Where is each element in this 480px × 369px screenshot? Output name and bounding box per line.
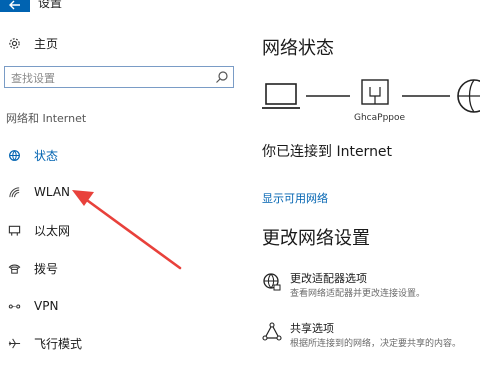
sidebar-item-airplane[interactable]: 飞行模式 (0, 331, 230, 355)
dialup-icon (6, 260, 22, 276)
sidebar-item-label: 以太网 (34, 223, 71, 238)
sidebar-item-label: VPN (34, 299, 59, 313)
vpn-icon (6, 298, 22, 314)
sidebar-item-ethernet[interactable]: 以太网 (0, 218, 230, 242)
sidebar-item-label: 拨号 (34, 261, 59, 276)
gear-icon (6, 35, 22, 51)
sidebar-item-label: 飞行模式 (34, 336, 83, 351)
option-description: 查看网络适配器并更改连接设置。 (290, 289, 426, 299)
network-diagram (262, 79, 480, 113)
change-adapter-options[interactable]: 更改适配器选项 查看网络适配器并更改连接设置。 (262, 270, 480, 304)
connection-status: 你已连接到 Internet (262, 144, 393, 160)
option-title: 共享选项 (290, 322, 334, 335)
sidebar-item-home[interactable]: 主页 (0, 31, 230, 55)
search-input[interactable] (5, 68, 205, 89)
gateway-label: GhcaPppoe (354, 113, 406, 123)
sidebar-item-label: 主页 (34, 36, 59, 51)
sidebar-item-vpn[interactable]: VPN (0, 294, 230, 318)
option-title: 更改适配器选项 (290, 272, 367, 285)
internet-globe-icon (457, 79, 480, 113)
router-icon (361, 79, 389, 105)
adapter-globe-icon (263, 273, 281, 291)
wifi-icon (6, 184, 22, 200)
sharing-options[interactable]: 共享选项 根据所连接到的网络，决定要共享的内容。 (262, 320, 480, 354)
sidebar: 主页 网络和 Internet 状态 WLAN 以太网 拨号 (0, 0, 240, 369)
sidebar-item-label: 状态 (34, 148, 59, 163)
sidebar-item-dialup[interactable]: 拨号 (0, 256, 230, 280)
airplane-icon (6, 335, 22, 351)
sidebar-item-wlan[interactable]: WLAN (0, 180, 230, 204)
section-heading: 网络和 Internet (6, 112, 87, 125)
main-content: 网络状态 GhcaPppoe 你已连接到 Internet 显示可用网络 更改网… (262, 0, 480, 369)
sidebar-item-label: WLAN (34, 185, 71, 199)
change-network-settings-title: 更改网络设置 (262, 228, 370, 249)
search-icon[interactable] (215, 70, 229, 84)
show-available-networks-link[interactable]: 显示可用网络 (262, 190, 328, 206)
search-box[interactable] (4, 66, 234, 89)
ethernet-icon (6, 222, 22, 238)
option-description: 根据所连接到的网络，决定要共享的内容。 (290, 339, 462, 349)
sidebar-item-status[interactable]: 状态 (0, 143, 230, 167)
network-status-title: 网络状态 (262, 38, 334, 59)
status-globe-icon (6, 147, 22, 163)
sharing-icon (262, 322, 282, 341)
laptop-icon (262, 83, 300, 109)
